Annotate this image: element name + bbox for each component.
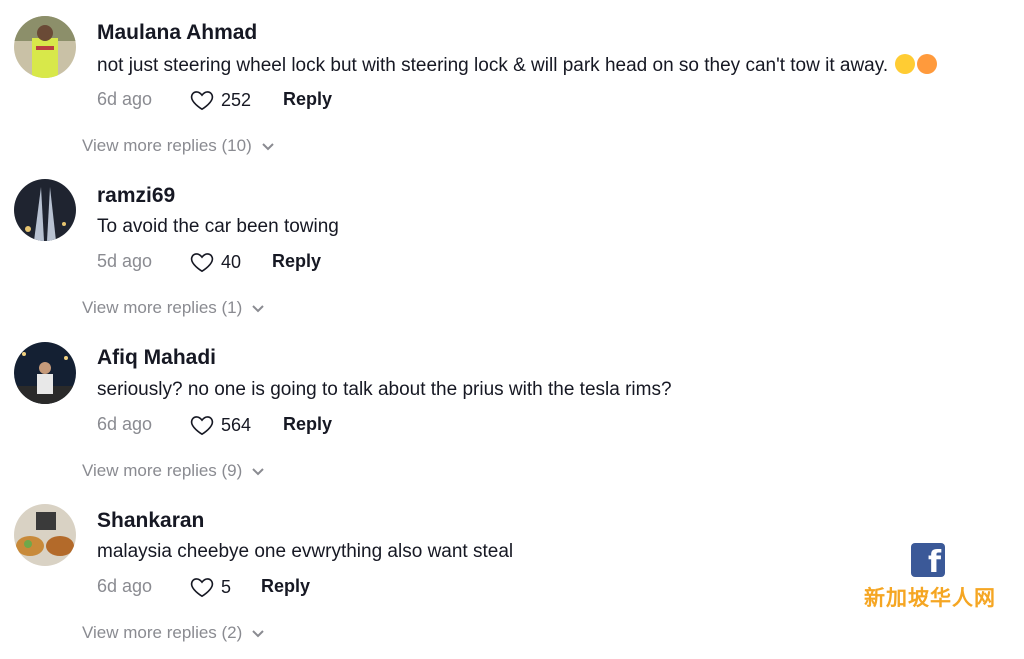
like-count: 40 [221, 251, 242, 272]
like-count: 564 [221, 414, 252, 435]
comment-time: 6d ago [97, 576, 153, 596]
heart-icon[interactable] [189, 249, 215, 275]
view-more-replies-button[interactable]: View more replies (1) [82, 298, 266, 318]
like-button[interactable]: 252 [189, 87, 251, 113]
comment-meta: 6d ago 5 Reply [97, 576, 497, 604]
heart-icon[interactable] [189, 87, 215, 113]
view-more-replies-label[interactable]: View more replies (10) [82, 136, 252, 156]
chevron-down-icon[interactable] [250, 625, 266, 641]
comment-time: 6d ago [97, 89, 153, 109]
view-more-replies-label[interactable]: View more replies (2) [82, 623, 242, 643]
like-button[interactable]: 40 [189, 249, 241, 275]
comment-meta: 6d ago 252 Reply [97, 89, 497, 117]
smiling-face-with-hearts-icon [917, 54, 938, 74]
like-count: 252 [221, 89, 252, 110]
reply-button[interactable]: Reply [283, 414, 332, 435]
watermark-text: 新加坡华人网 [864, 586, 996, 610]
view-more-replies-label[interactable]: View more replies (1) [82, 298, 242, 318]
comment-time: 6d ago [97, 414, 153, 434]
avatar[interactable] [14, 342, 76, 404]
comment-username[interactable]: Afiq Mahadi [97, 346, 216, 370]
comment-meta: 5d ago 40 Reply [97, 251, 497, 279]
comment-username[interactable]: Shankaran [97, 509, 204, 533]
comment-text: not just steering wheel lock but with st… [97, 54, 938, 77]
comment-text-body: not just steering wheel lock but with st… [97, 55, 889, 76]
view-more-replies-label[interactable]: View more replies (9) [82, 461, 242, 481]
view-more-replies-button[interactable]: View more replies (2) [82, 623, 266, 643]
comment-username[interactable]: Maulana Ahmad [97, 21, 257, 45]
avatar[interactable] [14, 504, 76, 566]
grinning-face-icon [895, 54, 916, 74]
like-button[interactable]: 564 [189, 412, 251, 438]
chevron-down-icon[interactable] [260, 138, 276, 154]
comment-text: To avoid the car been towing [97, 216, 339, 237]
comment-meta: 6d ago 564 Reply [97, 414, 497, 442]
avatar[interactable] [14, 16, 76, 78]
chevron-down-icon[interactable] [250, 463, 266, 479]
reply-button[interactable]: Reply [283, 89, 332, 110]
chevron-down-icon[interactable] [250, 300, 266, 316]
view-more-replies-button[interactable]: View more replies (9) [82, 461, 266, 481]
view-more-replies-button[interactable]: View more replies (10) [82, 136, 276, 156]
heart-icon[interactable] [189, 412, 215, 438]
watermark: f 新加坡华人网 [864, 541, 996, 611]
comment-text: seriously? no one is going to talk about… [97, 379, 672, 400]
facebook-icon: f [911, 543, 945, 577]
like-count: 5 [221, 576, 232, 597]
comment-username[interactable]: ramzi69 [97, 184, 175, 208]
avatar[interactable] [14, 179, 76, 241]
reply-button[interactable]: Reply [272, 251, 321, 272]
comment-text: malaysia cheebye one evwrything also wan… [97, 541, 514, 562]
heart-icon[interactable] [189, 574, 215, 600]
comment-time: 5d ago [97, 251, 153, 271]
reply-button[interactable]: Reply [261, 576, 310, 597]
like-button[interactable]: 5 [189, 574, 231, 600]
